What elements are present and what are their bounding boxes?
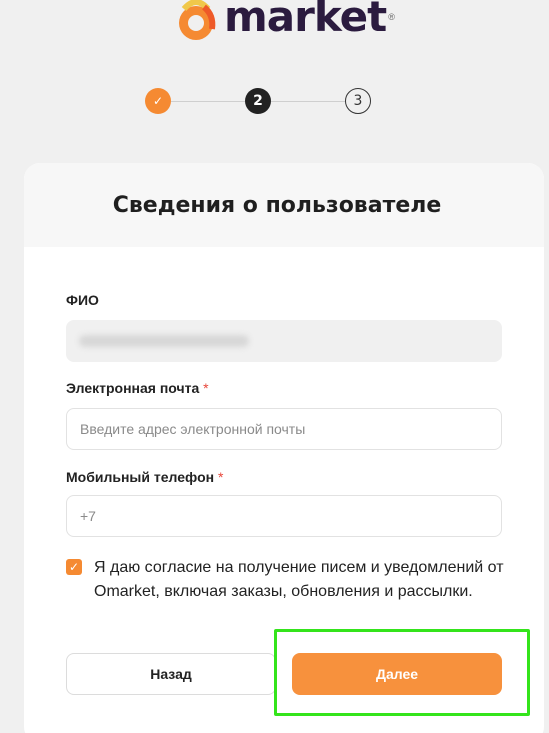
email-label: Электронная почта * <box>66 380 209 396</box>
consent-text: Я даю согласие на получение писем и увед… <box>94 559 504 600</box>
phone-label-text: Мобильный телефон <box>66 469 215 485</box>
progress-steps: ✓ 2 3 <box>145 88 375 114</box>
phone-prefix: +7 <box>80 508 96 524</box>
back-button[interactable]: Назад <box>66 653 276 695</box>
consent-row: ✓ Я даю согласие на получение писем и ув… <box>66 556 506 603</box>
page-title: Сведения о пользователе <box>112 192 442 218</box>
highlight-frame <box>274 629 530 716</box>
step-2-active: 2 <box>245 88 271 114</box>
phone-input[interactable]: +7 <box>66 495 502 537</box>
registered-mark: ® <box>388 12 395 22</box>
step-3: 3 <box>345 88 371 114</box>
fio-label: ФИО <box>66 292 99 308</box>
required-mark: * <box>217 469 224 485</box>
card-header: Сведения о пользователе <box>24 163 544 247</box>
fio-value-redacted <box>79 335 249 347</box>
email-label-text: Электронная почта <box>66 380 200 396</box>
step-1-done-icon: ✓ <box>145 88 171 114</box>
step-connector <box>171 101 245 102</box>
fio-label-text: ФИО <box>66 292 99 308</box>
step-connector <box>271 101 345 102</box>
email-input[interactable] <box>66 408 502 450</box>
consent-checkbox[interactable]: ✓ <box>66 559 82 575</box>
omarket-logo: market ® <box>174 0 395 48</box>
logo-mark-icon <box>179 0 216 40</box>
fio-field <box>66 320 502 362</box>
logo-text: market <box>224 0 387 41</box>
required-mark: * <box>203 380 209 396</box>
phone-label: Мобильный телефон * <box>66 469 223 485</box>
